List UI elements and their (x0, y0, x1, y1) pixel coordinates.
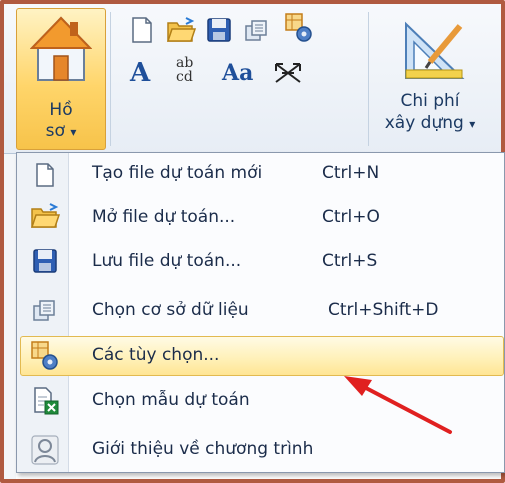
annotation-arrow-icon (344, 376, 452, 434)
